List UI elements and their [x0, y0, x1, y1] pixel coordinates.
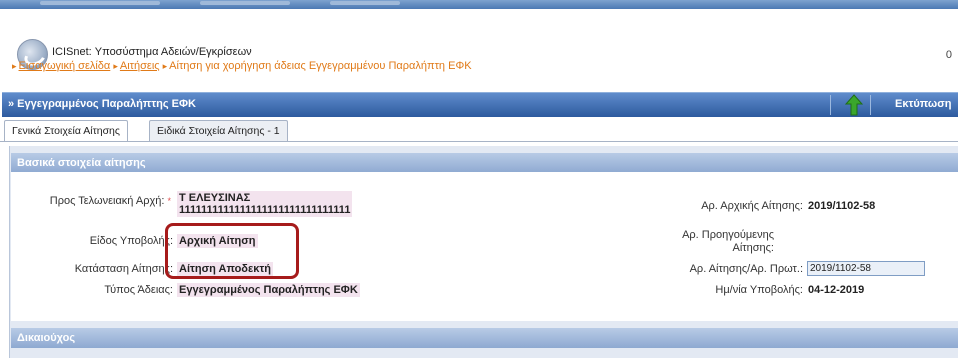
breadcrumb-arrow-icon: ▸ — [162, 61, 168, 71]
breadcrumb-arrow-icon: ▸ — [12, 61, 17, 71]
customs-office-value: Τ ΕΛΕΥΣΙΝΑΣ 1111111111111111111111111111… — [177, 191, 353, 217]
section-title-basic: Βασικά στοιχεία αίτησης — [17, 157, 146, 169]
application-protocol-field[interactable]: 2019/1102-58 — [807, 261, 925, 276]
breadcrumb-home-link[interactable]: Εισαγωγική σελίδα — [19, 60, 111, 72]
license-type-value: Εγγεγραμμένος Παραλήπτης ΕΦΚ — [177, 283, 360, 297]
previous-application-label-line2: Αίτησης: — [732, 242, 774, 254]
status-value: Αίτηση Αποδεκτή — [177, 262, 273, 276]
toolbar-divider — [830, 95, 831, 115]
app-title: ICISnet: Υποσύστημα Αδειών/Εγκρίσεων — [52, 46, 252, 58]
tab-special-info-1[interactable]: Ειδικά Στοιχεία Αίτησης - 1 — [149, 120, 288, 141]
breadcrumb-current: Αίτηση για χορήγηση άδειας Εγγεγραμμένου… — [169, 60, 472, 72]
license-type-label: Τύπος Άδειας: — [104, 284, 173, 296]
previous-application-label-line1: Αρ. Προηγούμενης — [682, 229, 774, 241]
breadcrumb-arrow-icon: ▸ — [113, 61, 118, 71]
tab-bar: Γενικά Στοιχεία Αίτησης Ειδικά Στοιχεία … — [4, 120, 958, 142]
required-marker: * — [167, 196, 171, 206]
header-right-number: 0 — [945, 49, 952, 61]
form-title: » Εγγεγραμμένος Παραλήπτης ΕΦΚ — [8, 98, 196, 110]
top-window-strip — [0, 0, 958, 9]
tab-general-info[interactable]: Γενικά Στοιχεία Αίτησης — [4, 120, 128, 142]
toolbar-divider — [870, 95, 871, 115]
submission-type-label: Είδος Υποβολής: — [89, 235, 173, 247]
customs-office-code: 1111111111111111111111111111111 — [179, 204, 351, 216]
application-protocol-label: Αρ. Αίτησης/Αρ. Πρωτ.: — [689, 263, 803, 275]
breadcrumb: ▸ Εισαγωγική σελίδα ▸ Αιτήσεις ▸ Αίτηση για… — [12, 60, 472, 72]
initial-application-value: 2019/1102-58 — [808, 200, 876, 212]
breadcrumb-applications-link[interactable]: Αιτήσεις — [120, 60, 160, 72]
submission-type-value: Αρχική Αίτηση — [177, 234, 258, 248]
form-toolbar: » Εγγεγραμμένος Παραλήπτης ΕΦΚ Εκτύπωση — [2, 92, 958, 117]
section-header-basic: Βασικά στοιχεία αίτησης — [11, 153, 958, 173]
section-title-holder: Δικαιούχος — [17, 332, 76, 344]
section-header-holder: Δικαιούχος — [11, 328, 958, 348]
up-arrow-icon[interactable] — [844, 94, 864, 116]
customs-office-label: Προς Τελωνειακή Αρχή: * — [49, 195, 171, 207]
print-button[interactable]: Εκτύπωση — [895, 98, 951, 110]
customs-office-name: Τ ΕΛΕΥΣΙΝΑΣ — [179, 192, 251, 204]
status-label: Κατάσταση Αίτησης: — [74, 263, 173, 275]
submission-date-value: 04-12-2019 — [808, 284, 865, 296]
page-header: ICISnet: Υποσύστημα Αδειών/Εγκρίσεων 0 — [0, 9, 958, 87]
tab-divider — [0, 141, 958, 142]
initial-application-label: Αρ. Αρχικής Αίτησης: — [701, 200, 803, 212]
submission-date-label: Ημ/νία Υποβολής: — [715, 284, 803, 296]
